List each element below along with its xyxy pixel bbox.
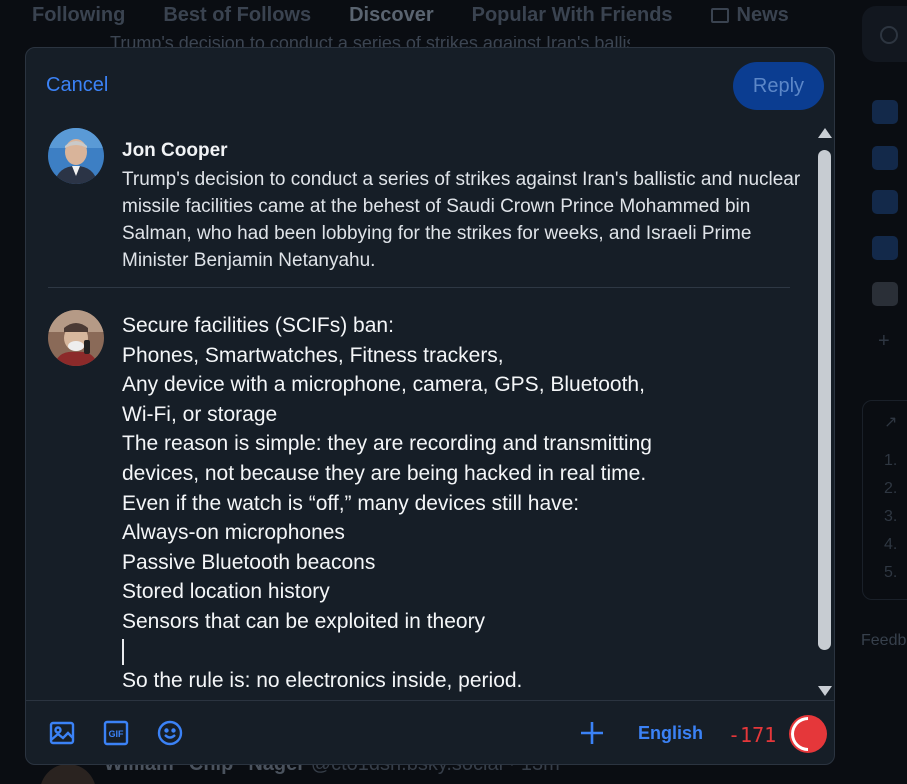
draft-line: Sensors that can be exploited in theory xyxy=(122,609,486,633)
plus-icon[interactable] xyxy=(578,719,606,747)
divider xyxy=(48,287,790,288)
scroll-up-arrow-icon[interactable] xyxy=(818,128,832,138)
tab-best-of-follows: Best of Follows xyxy=(163,3,312,26)
text-caret xyxy=(122,638,124,665)
language-selector[interactable]: English xyxy=(638,723,703,744)
character-count: -171 xyxy=(728,723,777,747)
draft-line: Any device with a microphone, camera, GP… xyxy=(122,373,645,397)
trending-icon: ↗ xyxy=(884,414,898,431)
draft-line: Secure facilities (SCIFs) ban: xyxy=(122,314,394,337)
draft-line: devices, not because they are being hack… xyxy=(122,461,647,485)
draft-line: Phones, Smartwatches, Fitness trackers, xyxy=(122,343,504,367)
trending-number: 2. xyxy=(884,480,898,497)
tab-following: Following xyxy=(32,3,126,26)
draft-line: Passive Bluetooth beacons xyxy=(122,550,376,574)
search-icon xyxy=(880,26,898,44)
trending-number: 3. xyxy=(884,508,898,525)
parent-author-name: Jon Cooper xyxy=(122,140,228,161)
trending-number: 4. xyxy=(884,536,898,553)
avatar xyxy=(48,128,104,184)
draft-line: Wi-Fi, or storage xyxy=(122,402,278,426)
draft-line: So the rule is: no electronics inside, p… xyxy=(122,669,523,693)
composer-toolbar: GIF English -171 xyxy=(26,700,834,764)
avatar xyxy=(40,764,96,784)
cancel-button[interactable]: Cancel xyxy=(46,74,108,97)
feedback-link: Feedb xyxy=(861,632,907,649)
add-feed-icon: + xyxy=(878,330,890,352)
composer-scroll-area[interactable]: Jon Cooper Trump's decision to conduct a… xyxy=(26,120,816,700)
reply-button[interactable]: Reply xyxy=(733,62,824,110)
image-icon[interactable] xyxy=(48,719,76,747)
scrollbar-thumb[interactable] xyxy=(818,150,831,650)
reply-composer-modal: Cancel Reply Jon Cooper Trump's decision… xyxy=(25,47,835,765)
parent-post-text: Trump's decision to conduct a series of … xyxy=(122,169,801,271)
reply-text-editor[interactable]: Secure facilities (SCIFs) ban: Phones, S… xyxy=(122,311,802,696)
character-limit-ring-icon xyxy=(788,714,828,754)
tab-discover: Discover xyxy=(349,3,434,26)
news-icon xyxy=(710,7,729,23)
tab-news-label: News xyxy=(736,3,789,26)
tab-popular-with-friends: Popular With Friends xyxy=(471,3,673,26)
gif-icon[interactable]: GIF xyxy=(102,719,130,747)
background-tab-bar: Following Best of Follows Discover Popul… xyxy=(0,0,860,30)
scroll-down-arrow-icon[interactable] xyxy=(818,686,832,696)
compass-icon xyxy=(872,190,898,214)
draft-line: Even if the watch is “off,” many devices… xyxy=(122,491,580,515)
feed-thumbnail-icon xyxy=(872,282,898,306)
people-icon xyxy=(872,146,898,170)
sort-icon xyxy=(872,100,898,124)
scrollbar[interactable] xyxy=(816,126,834,698)
tab-news: News xyxy=(710,3,789,27)
draft-line: Always-on microphones xyxy=(122,521,345,545)
avatar xyxy=(48,310,104,366)
trending-number: 5. xyxy=(884,564,898,581)
trending-number: 1. xyxy=(884,452,898,469)
draft-line: The reason is simple: they are recording… xyxy=(122,432,652,456)
heart-icon xyxy=(872,236,898,260)
draft-line: Stored location history xyxy=(122,580,330,604)
draft-line-caret xyxy=(122,637,802,667)
emoji-icon[interactable] xyxy=(156,719,184,747)
gif-label: GIF xyxy=(109,729,125,739)
